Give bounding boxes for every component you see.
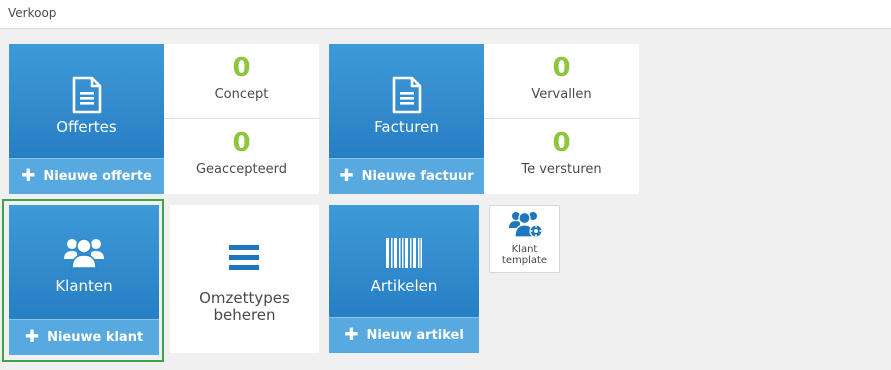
stat-concept-value: 0	[232, 53, 251, 83]
new-klant-button[interactable]: ✚ Nieuwe klant	[9, 319, 159, 355]
facturen-stats-panel: 0 Vervallen 0 Te versturen	[484, 44, 639, 194]
offertes-tile[interactable]: Offertes ✚ Nieuwe offerte	[9, 44, 164, 194]
stat-te-versturen-value: 0	[552, 128, 571, 158]
stat-vervallen-label: Vervallen	[531, 87, 592, 102]
facturen-tile[interactable]: Facturen ✚ Nieuwe factuur	[329, 44, 484, 194]
users-settings-icon	[509, 211, 543, 238]
artikelen-tile[interactable]: Artikelen ✚ Nieuw artikel	[329, 205, 479, 353]
users-icon	[64, 238, 104, 269]
new-artikel-label: Nieuw artikel	[366, 328, 464, 343]
new-offerte-label: Nieuwe offerte	[43, 169, 152, 184]
omzettypes-tile[interactable]: Omzettypes beheren	[170, 205, 319, 353]
stat-te-versturen[interactable]: 0 Te versturen	[484, 119, 639, 193]
stat-geaccepteerd[interactable]: 0 Geaccepteerd	[164, 119, 319, 193]
page-title: Verkoop	[8, 6, 57, 20]
omzettypes-label-line2: beheren	[213, 306, 276, 324]
stat-concept-label: Concept	[214, 87, 269, 102]
new-factuur-button[interactable]: ✚ Nieuwe factuur	[329, 158, 484, 194]
omzettypes-label: Omzettypes beheren	[170, 290, 319, 324]
new-factuur-label: Nieuwe factuur	[361, 169, 474, 184]
top-bar: Verkoop	[0, 0, 891, 29]
facturen-label: Facturen	[374, 118, 439, 136]
klanten-label: Klanten	[55, 277, 113, 295]
omzettypes-label-line1: Omzettypes	[199, 289, 290, 307]
stat-te-versturen-label: Te versturen	[521, 162, 602, 177]
new-klant-label: Nieuwe klant	[47, 330, 144, 345]
offertes-label: Offertes	[56, 118, 117, 136]
plus-icon: ✚	[21, 166, 36, 186]
artikelen-label: Artikelen	[370, 277, 438, 295]
stat-geaccepteerd-value: 0	[232, 128, 251, 158]
klant-template-label-line2: template	[501, 255, 548, 266]
plus-icon: ✚	[24, 327, 40, 347]
document-icon	[392, 76, 421, 114]
document-icon	[72, 76, 101, 114]
hamburger-menu-icon	[229, 245, 259, 270]
klant-template-label: Klant template	[490, 244, 559, 266]
stat-vervallen[interactable]: 0 Vervallen	[484, 44, 639, 118]
offertes-stats-panel: 0 Concept 0 Geaccepteerd	[164, 44, 319, 194]
stat-vervallen-value: 0	[552, 53, 571, 83]
klanten-tile[interactable]: Klanten ✚ Nieuwe klant	[9, 205, 159, 355]
plus-icon: ✚	[339, 166, 354, 186]
barcode-icon	[386, 238, 422, 268]
klant-template-tile[interactable]: Klant template	[489, 205, 560, 273]
klant-template-label-line1: Klant	[511, 244, 538, 255]
stat-geaccepteerd-label: Geaccepteerd	[195, 162, 288, 177]
plus-icon: ✚	[344, 325, 359, 345]
stat-concept[interactable]: 0 Concept	[164, 44, 319, 118]
new-offerte-button[interactable]: ✚ Nieuwe offerte	[9, 158, 164, 194]
new-artikel-button[interactable]: ✚ Nieuw artikel	[329, 317, 479, 353]
